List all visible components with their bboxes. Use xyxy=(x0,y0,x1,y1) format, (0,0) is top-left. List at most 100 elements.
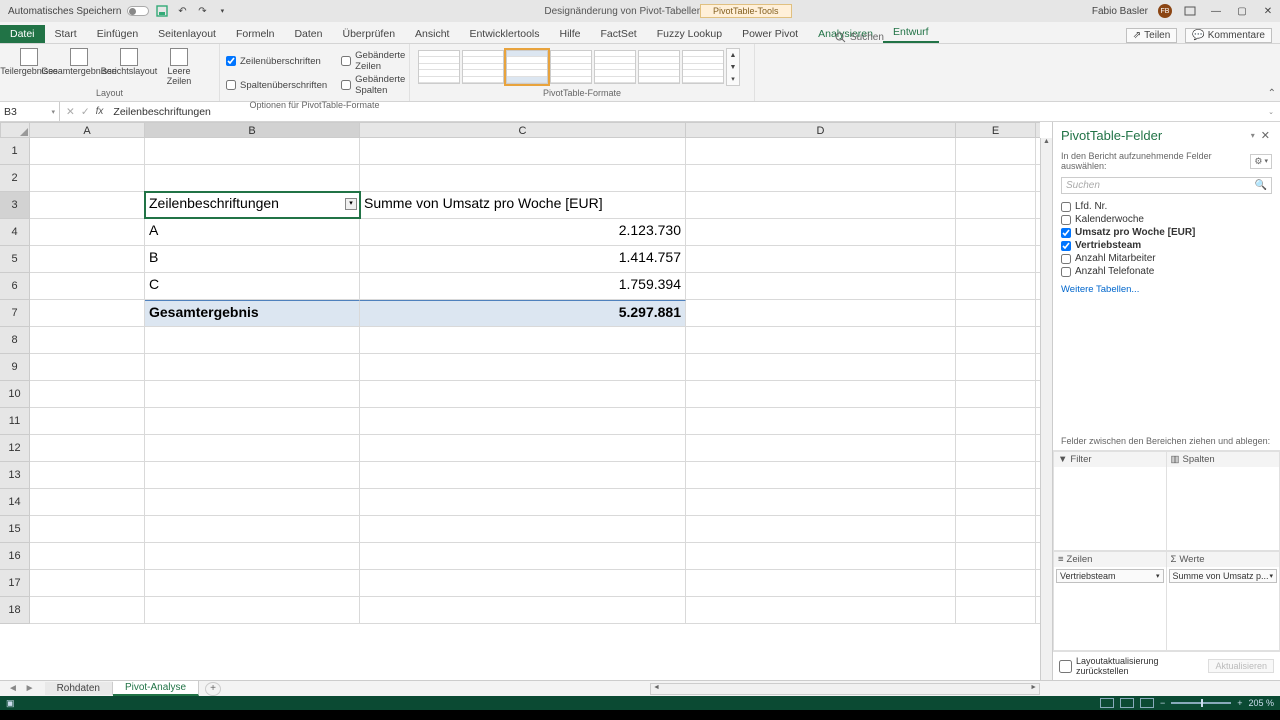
cell[interactable] xyxy=(686,435,956,461)
tab-hilfe[interactable]: Hilfe xyxy=(550,25,591,43)
cell[interactable] xyxy=(360,435,686,461)
tell-me-search[interactable]: Suchen xyxy=(835,32,884,43)
minimize-icon[interactable]: — xyxy=(1208,4,1224,18)
cell[interactable] xyxy=(360,354,686,380)
cell[interactable] xyxy=(30,381,145,407)
zoom-out-icon[interactable]: − xyxy=(1160,698,1165,708)
col-header-b[interactable]: B xyxy=(145,123,360,137)
cell[interactable] xyxy=(956,219,1036,245)
user-avatar[interactable]: FB xyxy=(1158,4,1172,18)
column-headers[interactable]: A B C D E xyxy=(30,122,1040,138)
chip-rows-vertriebsteam[interactable]: Vertriebsteam▾ xyxy=(1056,569,1164,583)
cell[interactable] xyxy=(30,597,145,623)
cell[interactable] xyxy=(30,354,145,380)
style-swatch[interactable] xyxy=(682,50,724,84)
update-button[interactable]: Aktualisieren xyxy=(1208,659,1274,673)
field-checkbox[interactable] xyxy=(1061,267,1071,277)
field-checkbox[interactable] xyxy=(1061,241,1071,251)
expand-fbar-icon[interactable]: ⌄ xyxy=(1262,108,1280,116)
qat-dropdown-icon[interactable]: ▾ xyxy=(215,4,229,18)
cell[interactable] xyxy=(360,570,686,596)
area-rows[interactable]: ≡Zeilen Vertriebsteam▾ xyxy=(1053,551,1167,651)
field-item[interactable]: Anzahl Mitarbeiter xyxy=(1061,252,1272,265)
cell[interactable] xyxy=(360,165,686,191)
sheet-tab-pivot-analyse[interactable]: Pivot-Analyse xyxy=(113,681,199,696)
name-box[interactable]: B3▾ xyxy=(0,102,60,121)
style-swatch[interactable] xyxy=(418,50,460,84)
enter-formula-icon[interactable]: ✓ xyxy=(81,106,90,118)
style-swatch[interactable] xyxy=(462,50,504,84)
row-header[interactable]: 6 xyxy=(0,273,29,300)
cell[interactable] xyxy=(686,381,956,407)
cell[interactable]: 1.759.394 xyxy=(360,273,686,299)
cell[interactable] xyxy=(956,381,1036,407)
maximize-icon[interactable]: ▢ xyxy=(1234,4,1250,18)
view-pagebreak-icon[interactable] xyxy=(1140,698,1154,708)
cell[interactable] xyxy=(956,246,1036,272)
cell[interactable] xyxy=(686,165,956,191)
pivot-value-header[interactable]: Summe von Umsatz pro Woche [EUR] xyxy=(360,192,686,218)
cell[interactable] xyxy=(956,543,1036,569)
row-header[interactable]: 13 xyxy=(0,462,29,489)
row-header[interactable]: 17 xyxy=(0,570,29,597)
vertical-scrollbar[interactable] xyxy=(1040,138,1052,680)
filter-dropdown-icon[interactable]: ▾ xyxy=(345,198,357,210)
close-icon[interactable]: ✕ xyxy=(1260,4,1276,18)
cell[interactable] xyxy=(145,489,360,515)
cell[interactable] xyxy=(145,462,360,488)
cell[interactable] xyxy=(145,354,360,380)
style-swatch[interactable] xyxy=(594,50,636,84)
cell[interactable] xyxy=(145,435,360,461)
row-headers[interactable]: 123456789101112131415161718 xyxy=(0,138,30,624)
field-item[interactable]: Kalenderwoche xyxy=(1061,213,1272,226)
row-header[interactable]: 14 xyxy=(0,489,29,516)
cell[interactable] xyxy=(360,489,686,515)
cell[interactable] xyxy=(30,219,145,245)
comments-button[interactable]: 💬Kommentare xyxy=(1185,28,1272,43)
cell[interactable] xyxy=(686,246,956,272)
tab-entwicklertools[interactable]: Entwicklertools xyxy=(459,25,549,43)
field-search[interactable]: Suchen 🔍 xyxy=(1061,177,1272,194)
reportlayout-button[interactable]: Berichtslayout xyxy=(106,46,152,77)
col-header-e[interactable]: E xyxy=(956,123,1036,137)
new-sheet-button[interactable]: + xyxy=(205,682,221,696)
cell[interactable] xyxy=(360,543,686,569)
cell[interactable] xyxy=(686,192,956,218)
cell[interactable] xyxy=(145,165,360,191)
field-checkbox[interactable] xyxy=(1061,215,1071,225)
area-values[interactable]: ΣWerte Summe von Umsatz p...▾ xyxy=(1167,551,1280,651)
record-macro-icon[interactable]: ▣ xyxy=(6,698,15,709)
cell[interactable] xyxy=(30,570,145,596)
row-header[interactable]: 7 xyxy=(0,300,29,327)
cell[interactable] xyxy=(145,138,360,164)
cell[interactable] xyxy=(30,273,145,299)
undo-icon[interactable]: ↶ xyxy=(175,4,189,18)
cell[interactable] xyxy=(686,597,956,623)
defer-layout-checkbox[interactable] xyxy=(1059,660,1072,673)
cell[interactable] xyxy=(956,489,1036,515)
cell[interactable] xyxy=(30,435,145,461)
field-item[interactable]: Anzahl Telefonate xyxy=(1061,265,1272,278)
more-tables-link[interactable]: Weitere Tabellen... xyxy=(1053,280,1280,299)
cell[interactable]: C xyxy=(145,273,360,299)
horizontal-scrollbar[interactable] xyxy=(650,683,1040,695)
pane-options-icon[interactable]: ▾ xyxy=(1247,131,1259,140)
cell[interactable] xyxy=(686,489,956,515)
chk-col-headers[interactable]: Spaltenüberschriften xyxy=(226,74,327,96)
cell[interactable] xyxy=(360,408,686,434)
cell[interactable] xyxy=(956,327,1036,353)
zoom-in-icon[interactable]: + xyxy=(1237,698,1242,708)
tab-start[interactable]: Start xyxy=(45,25,87,43)
tab-einfuegen[interactable]: Einfügen xyxy=(87,25,148,43)
area-columns[interactable]: ▥Spalten xyxy=(1167,451,1280,551)
cell[interactable] xyxy=(686,219,956,245)
style-swatch[interactable] xyxy=(550,50,592,84)
sheet-nav[interactable]: ◄ ► xyxy=(0,683,45,694)
cell[interactable] xyxy=(686,327,956,353)
chip-values-umsatz[interactable]: Summe von Umsatz p...▾ xyxy=(1169,569,1278,583)
cell[interactable] xyxy=(956,435,1036,461)
cell[interactable] xyxy=(30,489,145,515)
row-header[interactable]: 10 xyxy=(0,381,29,408)
field-item[interactable]: Umsatz pro Woche [EUR] xyxy=(1061,226,1272,239)
zoom-level[interactable]: 205 % xyxy=(1248,698,1274,708)
